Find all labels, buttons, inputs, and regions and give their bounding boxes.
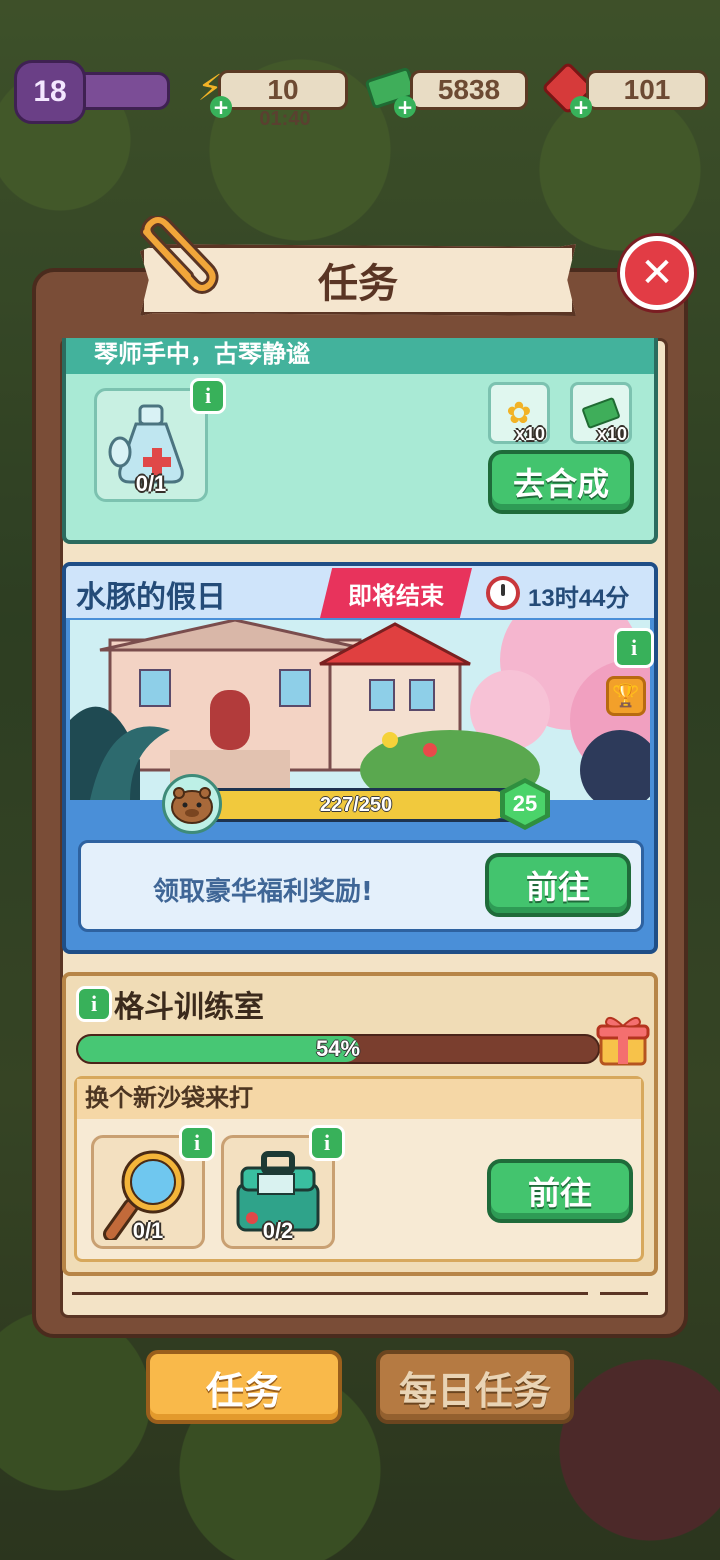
- magnifier-info-icon[interactable]: i: [179, 1125, 215, 1161]
- reward-cash-slot: x10: [570, 382, 632, 444]
- room-go-button[interactable]: 前往: [487, 1159, 633, 1223]
- toolbox-info-icon[interactable]: i: [309, 1125, 345, 1161]
- add-energy-plus-icon[interactable]: +: [210, 96, 232, 118]
- tab-tasks[interactable]: 任务: [146, 1350, 342, 1424]
- add-gem-plus-icon[interactable]: +: [570, 96, 592, 118]
- toolbox-progress: 0/2: [262, 1218, 294, 1243]
- trophy-icon[interactable]: 🏆: [606, 676, 646, 716]
- room-task-title: 换个新沙袋来打: [77, 1079, 641, 1119]
- event-progress-bar: 227/250: [166, 788, 546, 822]
- event-card: 水豚的假日 即将结束 13时44分 i 🏆 227/250 25 领取豪华福利奖…: [62, 562, 658, 954]
- paperclip-icon: [140, 216, 219, 294]
- event-info-icon[interactable]: i: [614, 628, 654, 668]
- event-reward-text: 领取豪华福利奖励!: [153, 877, 373, 907]
- tab-daily-tasks[interactable]: 每日任务: [376, 1350, 574, 1424]
- gem-counter[interactable]: 101: [586, 70, 708, 110]
- room-progress-text: 54%: [315, 1036, 361, 1061]
- go-craft-button[interactable]: 去合成: [488, 450, 634, 514]
- reward-cash-qty: x10: [596, 424, 627, 444]
- event-title: 水豚的假日: [76, 580, 226, 615]
- player-level: 18: [33, 75, 67, 108]
- room-task-box: 换个新沙袋来打 0/1 i 0/2 i 前往: [74, 1076, 644, 1262]
- ending-soon-badge: 即将结束: [320, 568, 472, 618]
- craft-task-description: 琴师手中，古琴静谧: [66, 338, 654, 374]
- event-reward-box: 领取豪华福利奖励! 前往: [78, 840, 644, 932]
- player-level-badge[interactable]: 18: [14, 60, 86, 124]
- close-button[interactable]: ✕: [620, 236, 694, 310]
- event-go-button[interactable]: 前往: [485, 853, 631, 917]
- reward-flower-slot: ✿ x10: [488, 382, 550, 444]
- scroll-thumb-divider[interactable]: [600, 1292, 648, 1295]
- event-scene-illustration: [70, 620, 650, 800]
- room-title: 格斗训练室: [114, 990, 264, 1025]
- gem-value: 101: [623, 74, 671, 105]
- energy-counter[interactable]: 10: [218, 70, 348, 110]
- event-level: 25: [512, 791, 538, 816]
- capybara-icon: [162, 774, 222, 834]
- room-progress-bar: 54%: [76, 1034, 600, 1064]
- energy-value: 10: [267, 74, 299, 105]
- craft-item-info-icon[interactable]: i: [190, 378, 226, 414]
- event-time-left: 13时44分: [528, 585, 630, 612]
- scroll-track-divider: [72, 1292, 588, 1295]
- event-progress-text: 227/250: [319, 793, 393, 816]
- room-card: i 格斗训练室 54% 换个新沙袋来打 0/1 i 0/2 i 前往: [62, 972, 658, 1276]
- room-info-icon[interactable]: i: [76, 986, 112, 1022]
- clock-icon: [486, 576, 520, 610]
- add-cash-plus-icon[interactable]: +: [394, 96, 416, 118]
- close-icon: ✕: [640, 250, 674, 296]
- xp-bar: [80, 72, 170, 110]
- gift-box-icon[interactable]: [596, 1012, 650, 1068]
- magnifier-progress: 0/1: [132, 1218, 164, 1243]
- top-hud: 18 ⚡ 10 + 01:40 5838 + 101 +: [0, 60, 720, 130]
- reward-flower-qty: x10: [514, 424, 545, 444]
- energy-timer: 01:40: [259, 108, 311, 130]
- cash-value: 5838: [437, 74, 501, 105]
- cash-counter[interactable]: 5838: [410, 70, 528, 110]
- craft-task-card: 琴师手中，古琴静谧 0/1 i ✿ x10 x10 去合成: [62, 338, 658, 544]
- craft-item-progress: 0/1: [135, 471, 167, 496]
